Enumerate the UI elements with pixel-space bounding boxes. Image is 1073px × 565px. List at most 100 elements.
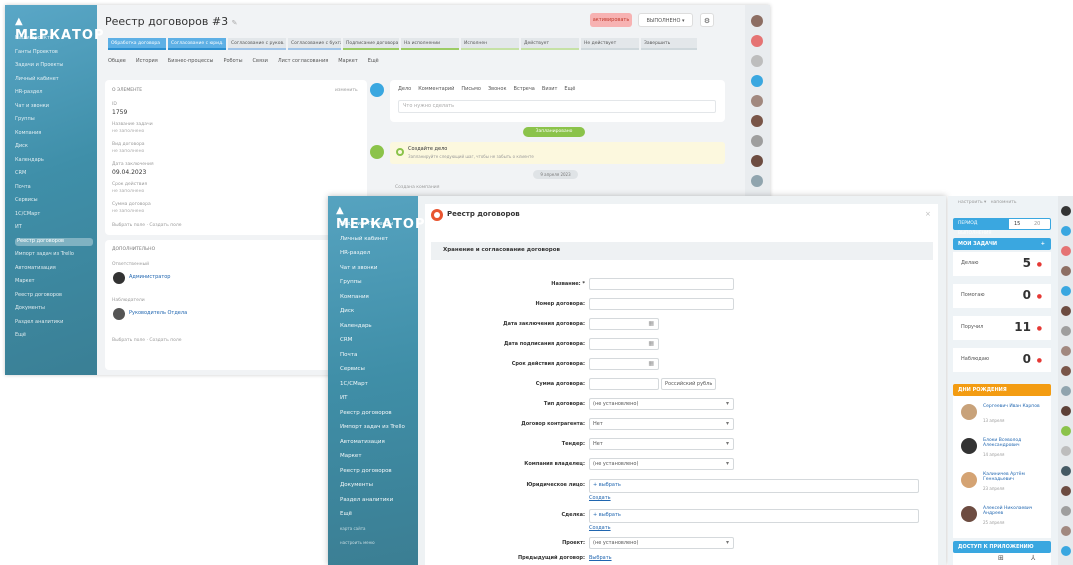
avatar[interactable] [751,15,763,27]
close-icon[interactable]: × [925,210,931,218]
sidebar-item[interactable]: Ещё [15,332,93,340]
tab-item[interactable]: История [136,58,158,64]
select-field-link-2[interactable]: Выбрать поле · Создать поле [112,338,182,343]
sidebar-item[interactable]: Реестр договоров [340,410,416,420]
stage-item[interactable]: Обработка договора [108,38,166,50]
task-counter-row[interactable]: Делаю 5 ● [953,252,1051,276]
field-value[interactable]: не заполнено [112,209,144,214]
sidebar-item[interactable]: Календарь [15,157,93,165]
entity-picker[interactable]: + выбрать [589,509,919,523]
sidebar-item[interactable]: Личный кабинет [340,236,416,246]
tab-item[interactable]: Общее [108,58,126,64]
date-input[interactable]: ▦ [589,318,659,330]
stage-item[interactable]: Завершить [641,38,697,50]
birthday-name[interactable]: Блоки Всеволод Александрович [983,438,1047,448]
add-icon[interactable]: + [1041,238,1045,250]
calendar-icon[interactable]: ▦ [648,359,654,369]
pick-link[interactable]: + выбрать [593,512,621,518]
chevron-down-icon[interactable]: ▾ [726,419,729,429]
avatar[interactable] [1061,366,1071,376]
avatar[interactable] [1061,286,1071,296]
stage-item[interactable]: Подписание договора [343,38,399,50]
date-input[interactable]: ▦ [589,338,659,350]
edit-icon[interactable]: ✎ [232,19,238,27]
select-field-link[interactable]: Выбрать поле · Создать поле [112,223,182,228]
sidebar-item[interactable]: Наши проекты [15,35,93,43]
sidebar-item[interactable]: Импорт задач из Trello [340,424,416,434]
chevron-down-icon[interactable]: ▾ [726,439,729,449]
stage-item[interactable]: Согласование с юрид. [168,38,226,50]
activity-input[interactable]: Что нужно сделать [398,100,716,113]
avatar[interactable] [1061,526,1071,536]
sidebar-item[interactable]: Диск [340,308,416,318]
tab-item[interactable]: Лист согласования [278,58,328,64]
sidebar-item[interactable]: Группы [340,279,416,289]
tab-item[interactable]: Маркет [338,58,358,64]
entity-picker[interactable]: + выбрать [589,479,919,493]
sidebar-item[interactable]: Задачи и Проекты [340,221,416,231]
select-field[interactable]: (не установлено) ▾ [589,398,734,410]
select-field[interactable]: (не установлено) ▾ [589,458,734,470]
tab-item[interactable]: Связи [253,58,268,64]
sidebar-item[interactable]: Чат и звонки [15,103,93,111]
avatar[interactable] [1061,506,1071,516]
sidebar-item[interactable]: CRM [15,170,93,178]
field-value[interactable]: 1759 [112,109,127,116]
avatar[interactable] [751,75,763,87]
stage-item[interactable]: На исполнении [401,38,459,50]
field-value[interactable]: не заполнено [112,129,144,134]
sidebar-item[interactable]: Почта [340,352,416,362]
avatar[interactable] [1061,486,1071,496]
pick-link[interactable]: + выбрать [593,482,621,488]
activity-tab[interactable]: Ещё [564,86,575,92]
field-value[interactable]: не заполнено [112,189,144,194]
avatar[interactable] [1061,466,1071,476]
sidebar-item[interactable]: Документы [340,482,416,492]
avatar[interactable] [113,272,125,284]
sidebar-item[interactable]: Автоматизация [15,265,93,273]
sidebar-item[interactable]: Маркет [15,278,93,286]
avatar[interactable] [1061,306,1071,316]
select-field[interactable]: (не установлено) ▾ [589,537,734,549]
sidebar-item[interactable]: Личный кабинет [15,76,93,84]
sidebar-item[interactable]: Раздел аналитики [15,319,93,327]
activate-button[interactable]: активировать [590,13,632,27]
windows-icon[interactable]: ⊞ [998,554,1004,562]
time-bar[interactable]: ПЕРИОД ВЫПОЛНЕНИЯ 15 20 [953,218,1051,236]
avatar[interactable] [961,506,977,522]
currency-input[interactable]: Российский рубль [661,378,716,390]
calendar-icon[interactable]: ▦ [648,339,654,349]
gear-icon[interactable]: ⚙ [700,13,714,27]
activity-tab[interactable]: Визит [542,86,558,92]
avatar[interactable] [751,95,763,107]
avatar[interactable] [1061,426,1071,436]
calendar-icon[interactable]: ▦ [648,319,654,329]
activity-tab[interactable]: Дело [398,86,411,92]
sidebar-item[interactable]: ИТ [340,395,416,405]
about-edit-link[interactable]: изменить [335,88,358,93]
avatar[interactable] [751,35,763,47]
avatar[interactable] [961,438,977,454]
chevron-down-icon[interactable]: ▾ [726,538,729,548]
top-links[interactable]: настроить ▾ напомнить [958,200,1017,205]
sidebar-item[interactable]: HR-раздел [340,250,416,260]
sidebar-item[interactable]: Чат и звонки [340,265,416,275]
select-field[interactable]: Нет ▾ [589,438,734,450]
date-input[interactable]: ▦ [589,358,659,370]
sidebar-item[interactable]: Реестр договоров [15,237,93,246]
sum-input[interactable] [589,378,659,390]
stage-item[interactable]: Не действует [581,38,639,50]
stage-item[interactable]: Согласование с руков. [228,38,286,50]
sidebar-item[interactable]: Раздел аналитики [340,497,416,507]
observer-name[interactable]: Руководитель Отдела [129,310,187,316]
sidebar-item[interactable]: Сервисы [340,366,416,376]
sidebar-item[interactable]: Реестр договоров [15,292,93,300]
chevron-down-icon[interactable]: ▾ [726,459,729,469]
tab-item[interactable]: Бизнес-процессы [168,58,214,64]
avatar[interactable] [1061,546,1071,556]
select-link[interactable]: Выбрать [589,555,612,561]
birthday-name[interactable]: Калиничев Артём Геннадьевич [983,472,1047,482]
sidebar-item[interactable]: 1С/СМарт [15,211,93,219]
field-value[interactable]: не заполнено [112,149,144,154]
task-counter-row[interactable]: Поручил 11 ● [953,316,1051,340]
